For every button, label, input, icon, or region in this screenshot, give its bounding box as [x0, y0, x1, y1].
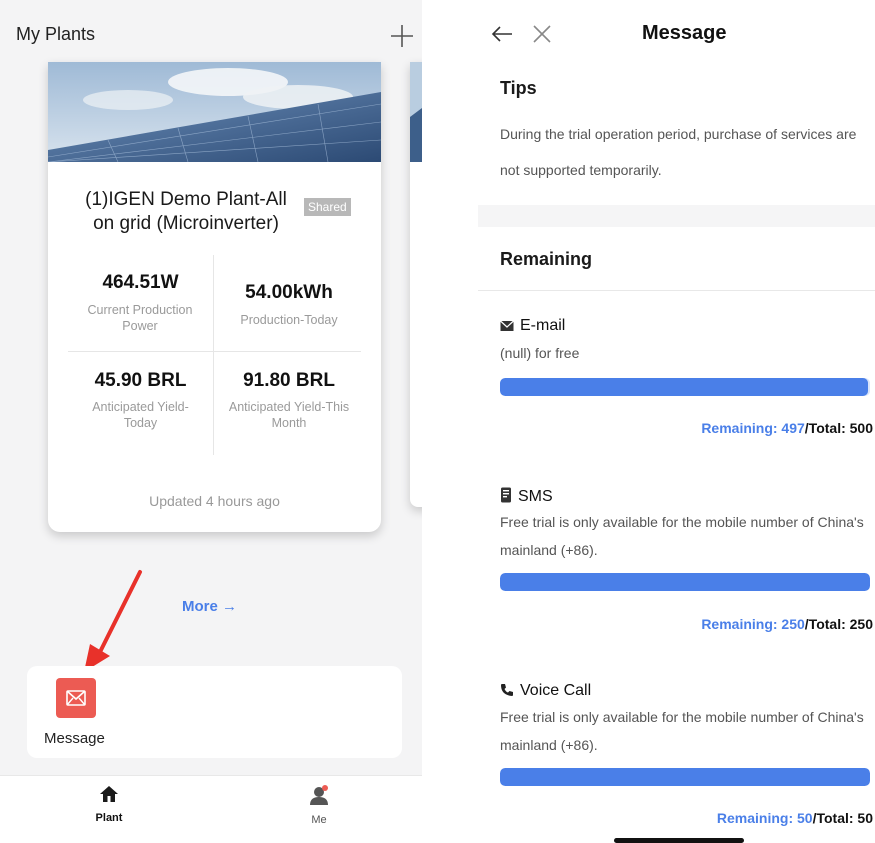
- plants-pane: My Plants (1)IGEN Demo Plant-All on grid…: [0, 0, 422, 843]
- sms-service-name: SMS: [518, 488, 553, 505]
- section-separator: [478, 205, 875, 227]
- plant-card[interactable]: (1)IGEN Demo Plant-All on grid (Microinv…: [48, 62, 381, 532]
- voice-service-title: Voice Call: [500, 682, 591, 700]
- sms-progress-fill: [500, 573, 870, 591]
- message-label: Message: [44, 730, 105, 747]
- email-service-desc: (null) for free: [500, 345, 580, 361]
- plants-header: My Plants: [0, 0, 422, 68]
- tips-title: Tips: [500, 78, 537, 98]
- voice-service-name: Voice Call: [520, 682, 592, 699]
- home-icon: [100, 786, 118, 802]
- sms-progress-bar: [500, 573, 870, 591]
- sms-remaining-count: Remaining: 250/Total: 250: [701, 616, 873, 632]
- message-pane: Message Tips During the trial operation …: [478, 0, 875, 843]
- plus-icon[interactable]: [388, 22, 416, 50]
- yield-month-value: 91.80 BRL: [243, 370, 335, 391]
- voice-progress-bar: [500, 768, 870, 786]
- phone-icon: [501, 684, 513, 696]
- plant-photo: [410, 62, 422, 162]
- shared-badge: Shared: [304, 198, 351, 216]
- current-power-label: Current Production Power: [87, 303, 193, 333]
- bottom-tab-bar: Plant Me: [0, 775, 422, 843]
- tab-me[interactable]: Me: [289, 784, 349, 826]
- email-service-title: E-mail: [500, 317, 565, 335]
- envelope-icon[interactable]: [56, 678, 96, 718]
- email-service-name: E-mail: [520, 317, 566, 334]
- tab-me-label: Me: [311, 814, 327, 826]
- red-arrow-annotation: [84, 570, 142, 672]
- tab-plant[interactable]: Plant: [79, 784, 139, 824]
- page-title: My Plants: [16, 24, 96, 44]
- email-progress-fill: [500, 378, 868, 396]
- more-link[interactable]: More →: [182, 598, 237, 615]
- tips-text: During the trial operation period, purch…: [500, 126, 857, 178]
- plant-photo: [48, 62, 381, 162]
- user-icon: [310, 785, 328, 805]
- voice-progress-fill: [500, 768, 870, 786]
- email-progress-bar: [500, 378, 870, 396]
- tab-plant-label: Plant: [95, 812, 123, 824]
- nav-title: Message: [642, 22, 727, 44]
- voice-remaining-count: Remaining: 50/Total: 50: [716, 810, 873, 826]
- production-today-label: Production-Today: [240, 313, 338, 327]
- updated-timestamp: Updated 4 hours ago: [149, 493, 280, 509]
- yield-today-value: 45.90 BRL: [94, 370, 187, 391]
- yield-month-label: Anticipated Yield-This Month: [228, 400, 350, 430]
- message-tile[interactable]: Message: [27, 666, 402, 758]
- email-remaining-count: Remaining: 497/Total: 500: [701, 420, 873, 436]
- yield-today-label: Anticipated Yield-Today: [92, 400, 189, 430]
- divider: [68, 351, 361, 352]
- remaining-title: Remaining: [500, 249, 593, 269]
- sms-service-title: SMS: [500, 487, 553, 506]
- production-today-value: 54.00kWh: [245, 282, 333, 303]
- divider: [478, 290, 875, 291]
- next-plant-card[interactable]: [410, 62, 422, 507]
- phone-message-icon: [501, 487, 511, 503]
- mail-icon: [500, 320, 514, 331]
- voice-service-desc: Free trial is only available for the mob…: [500, 709, 864, 753]
- plant-name: (1)IGEN Demo Plant-All on grid (Microinv…: [85, 189, 287, 234]
- home-indicator: [614, 838, 744, 843]
- sms-service-desc: Free trial is only available for the mob…: [500, 514, 864, 558]
- current-power-value: 464.51W: [102, 272, 179, 293]
- arrow-left-icon[interactable]: [490, 22, 514, 46]
- close-icon[interactable]: [530, 22, 554, 46]
